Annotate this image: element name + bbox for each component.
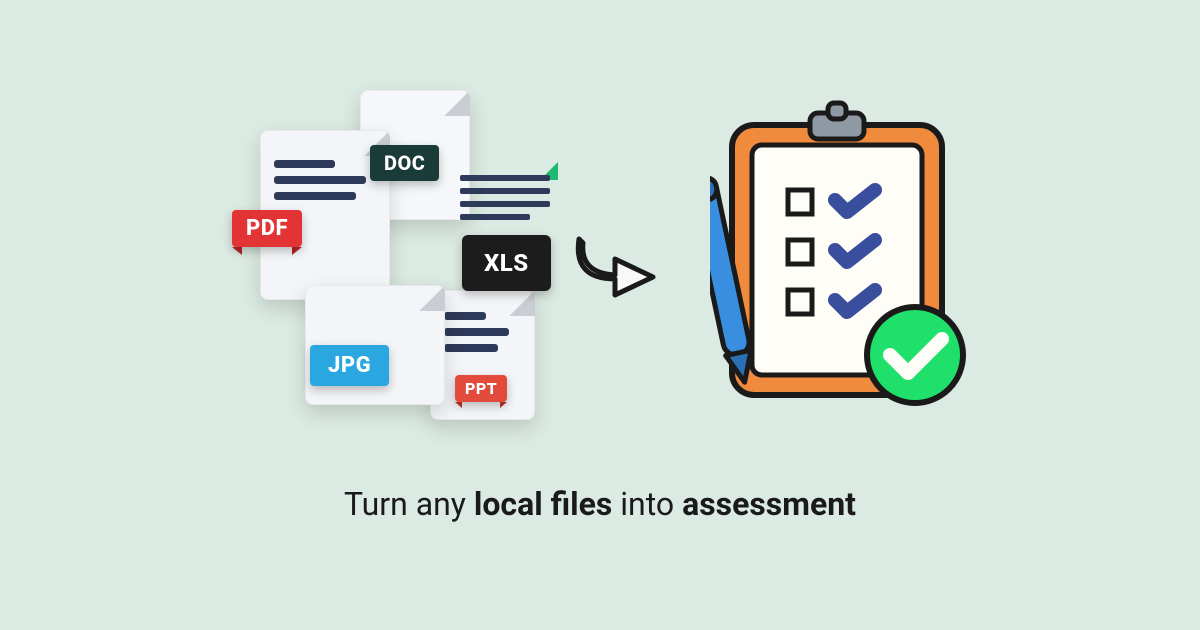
caption-part1: Turn any [344, 485, 474, 523]
caption-part2: into [612, 485, 682, 523]
jpg-badge: JPG [310, 345, 389, 386]
arrow-icon [575, 225, 665, 309]
caption-bold1: local files [474, 485, 612, 523]
hero-graphic: DOC PDF XLS PPT JPG [0, 0, 1200, 630]
caption-text: Turn any local files into assessment [0, 485, 1200, 523]
ppt-badge: PPT [455, 375, 507, 402]
pdf-badge: PDF [232, 210, 302, 247]
xls-badge: XLS [462, 235, 551, 291]
file-icons-cluster: DOC PDF XLS PPT JPG [250, 90, 560, 420]
doc-badge: DOC [370, 145, 439, 181]
xls-file-lines [460, 175, 550, 227]
assessment-clipboard-icon [710, 95, 980, 419]
caption-bold2: assessment [682, 485, 856, 523]
